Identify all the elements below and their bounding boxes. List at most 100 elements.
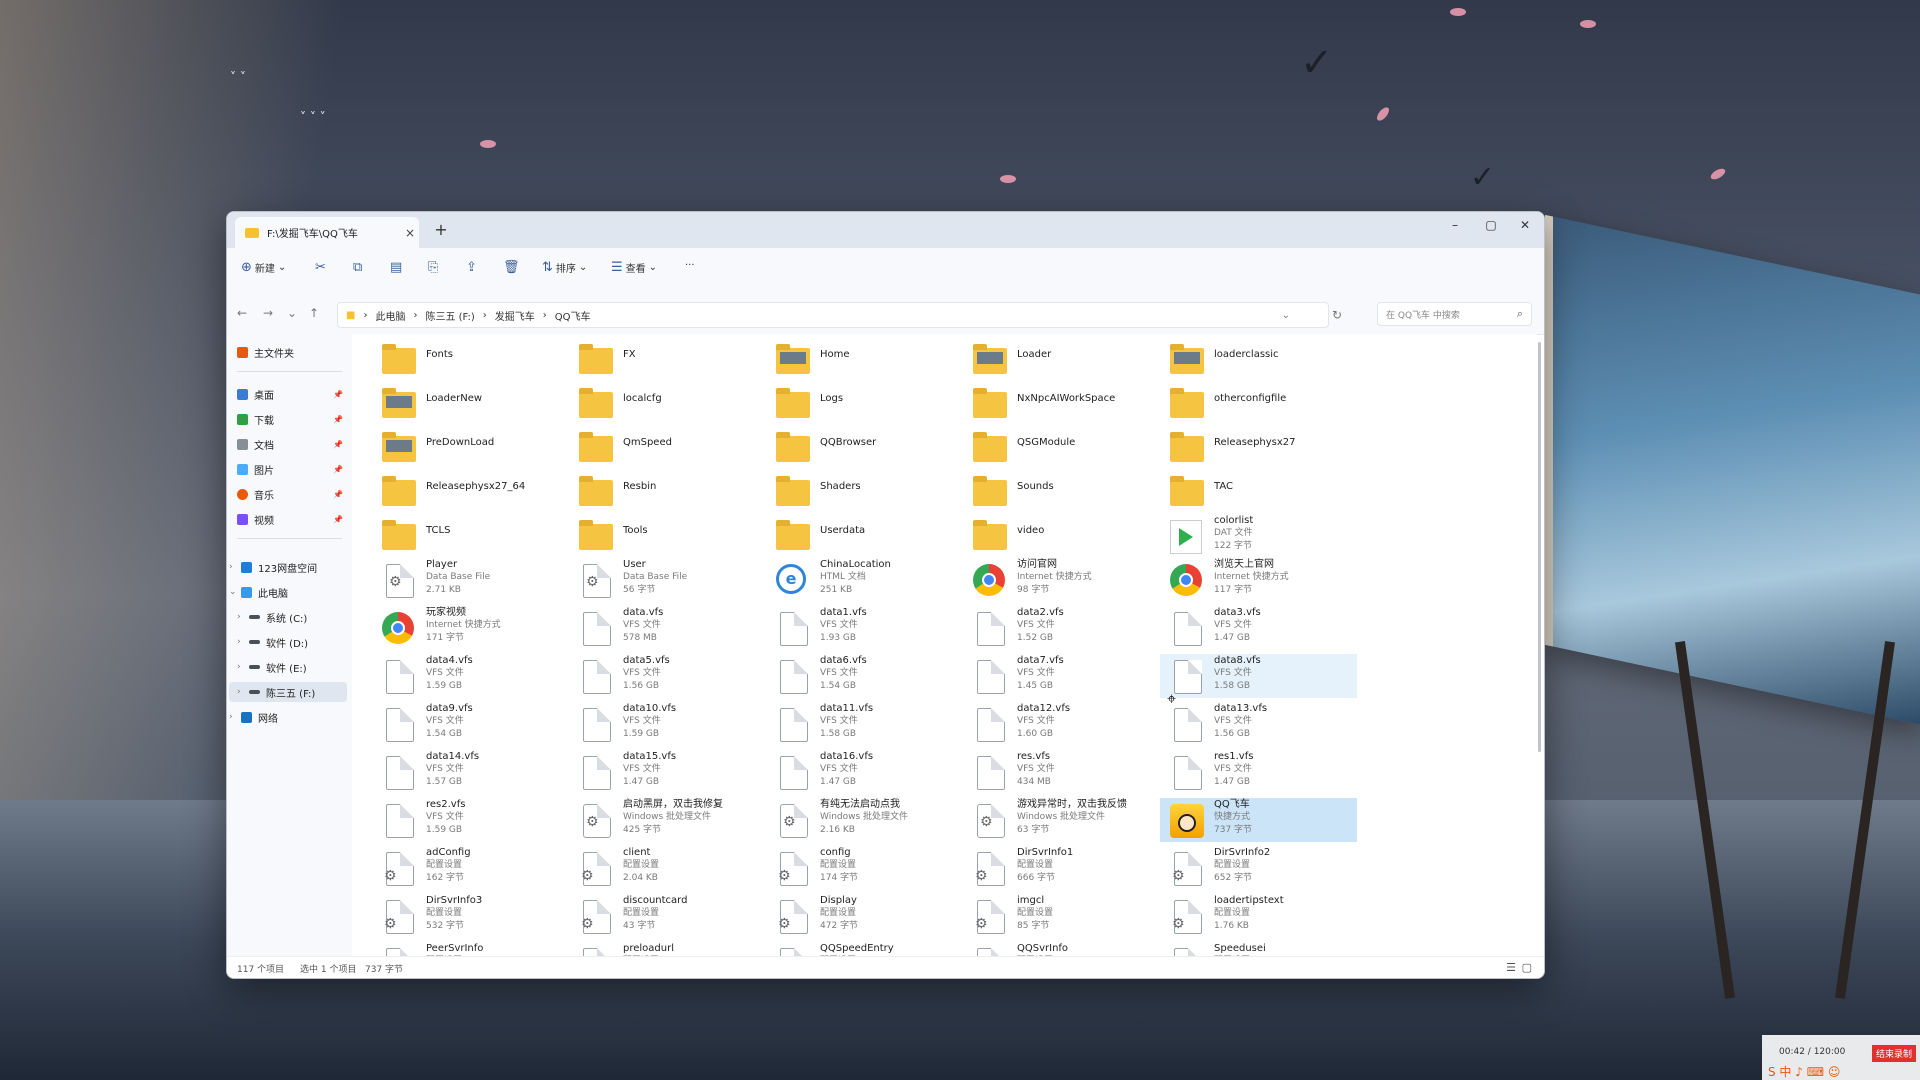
file-item[interactable]: ⚙ discountcard 配置设置 43 字节 [569,894,766,938]
file-item[interactable]: LoaderNew [372,382,569,426]
file-item[interactable]: localcfg [569,382,766,426]
file-item[interactable]: colorlist DAT 文件 122 字节 [1160,514,1357,558]
file-item[interactable]: Home [766,338,963,382]
file-item[interactable]: QmSpeed [569,426,766,470]
file-item[interactable]: ⚙ client 配置设置 2.04 KB [569,846,766,890]
minimize-button[interactable]: – [1440,218,1470,232]
file-item[interactable]: data10.vfs VFS 文件 1.59 GB [569,702,766,746]
file-item[interactable]: 浏览天上官网 Internet 快捷方式 117 字节 [1160,558,1357,602]
forward-arrow-icon[interactable]: → [263,306,273,320]
file-item[interactable]: ⚙ DirSvrInfo3 配置设置 532 字节 [372,894,569,938]
sidebar-item-drive-f[interactable]: › 陈三五 (F:) [229,682,347,702]
file-item[interactable]: Shaders [766,470,963,514]
file-item[interactable]: ⚙ imgcl 配置设置 85 字节 [963,894,1160,938]
breadcrumb-current[interactable]: QQ飞车 [555,308,591,323]
file-item[interactable]: 玩家视频 Internet 快捷方式 171 字节 [372,606,569,650]
file-item[interactable]: data16.vfs VFS 文件 1.47 GB [766,750,963,794]
file-item[interactable]: data9.vfs VFS 文件 1.54 GB [372,702,569,746]
file-item[interactable]: ⚙ Player Data Base File 2.71 KB [372,558,569,602]
file-item[interactable]: ⚙ Speedusei配置设置 [1160,942,1357,956]
rename-button[interactable]: ⎘ [428,260,438,275]
file-item[interactable]: Userdata [766,514,963,558]
file-item[interactable]: Logs [766,382,963,426]
file-item[interactable]: data2.vfs VFS 文件 1.52 GB [963,606,1160,650]
sort-button[interactable]: ⇅ 排序 ⌄ [542,260,587,275]
chevron-down-icon[interactable]: ⌄ [1282,310,1290,321]
more-button[interactable]: ··· [685,260,695,271]
tab-close-button[interactable]: × [401,226,419,240]
sidebar-item-desktop[interactable]: 桌面 📌 [237,384,347,404]
file-item[interactable]: QQBrowser [766,426,963,470]
tiles-view-icon[interactable]: ▢ [1522,961,1532,974]
file-item[interactable]: data1.vfs VFS 文件 1.93 GB [766,606,963,650]
back-arrow-icon[interactable]: ← [237,306,247,320]
file-item[interactable]: NxNpcAIWorkSpace [963,382,1160,426]
file-item[interactable]: data14.vfs VFS 文件 1.57 GB [372,750,569,794]
file-item[interactable]: data15.vfs VFS 文件 1.47 GB [569,750,766,794]
file-item[interactable]: otherconfigfile [1160,382,1357,426]
file-item[interactable]: data13.vfs VFS 文件 1.56 GB [1160,702,1357,746]
sidebar-item-this-pc[interactable]: ⌄ 此电脑 [229,582,339,602]
vertical-scrollbar[interactable] [1538,342,1541,752]
file-item[interactable]: Releasephysx27_64 [372,470,569,514]
file-item[interactable]: 访问官网 Internet 快捷方式 98 字节 [963,558,1160,602]
breadcrumb-this-pc[interactable]: 此电脑 [375,308,405,323]
file-item[interactable]: video [963,514,1160,558]
new-button[interactable]: ⊕ 新建 ⌄ [241,260,286,275]
file-item[interactable]: data7.vfs VFS 文件 1.45 GB [963,654,1160,698]
file-item[interactable]: TAC [1160,470,1357,514]
breadcrumb[interactable]: ■ › 此电脑 › 陈三五 (F:) › 发掘飞车 › QQ飞车 ⌄ ↻ [337,302,1342,328]
file-item[interactable]: PreDownLoad [372,426,569,470]
file-item[interactable]: data4.vfs VFS 文件 1.59 GB [372,654,569,698]
file-item[interactable]: QQ飞车 快捷方式 737 字节 [1160,798,1357,842]
file-item[interactable]: ⚙ adConfig 配置设置 162 字节 [372,846,569,890]
ime-toolbar-icon[interactable]: S 中 ♪ ⌨ ☺ [1768,1063,1840,1080]
file-item[interactable]: ⚙ PeerSvrInfo配置设置 [372,942,569,956]
file-item[interactable]: Sounds [963,470,1160,514]
sidebar-item-drive-e[interactable]: › 软件 (E:) [237,657,347,677]
file-item[interactable]: ⚙ 游戏异常时，双击我反馈 Windows 批处理文件 63 字节 [963,798,1160,842]
file-item[interactable]: Fonts [372,338,569,382]
file-item[interactable]: data.vfs VFS 文件 578 MB [569,606,766,650]
delete-button[interactable]: 🗑 [503,260,520,275]
details-view-icon[interactable]: ☰ [1506,961,1516,974]
paste-button[interactable]: ▤ [390,260,402,275]
up-arrow-icon[interactable]: ↑ [309,306,319,320]
breadcrumb-parent[interactable]: 发掘飞车 [495,308,535,323]
share-button[interactable]: ⇪ [466,260,477,275]
sidebar-item-music[interactable]: 音乐 📌 [237,484,347,504]
file-item[interactable]: data11.vfs VFS 文件 1.58 GB [766,702,963,746]
file-item[interactable]: Loader [963,338,1160,382]
maximize-button[interactable]: ▢ [1476,218,1506,232]
cut-button[interactable]: ✂ [315,260,326,275]
view-button[interactable]: ☰ 查看 ⌄ [611,260,657,275]
file-item[interactable]: data6.vfs VFS 文件 1.54 GB [766,654,963,698]
file-item[interactable]: ⚙ Display 配置设置 472 字节 [766,894,963,938]
recent-chevron-icon[interactable]: ⌄ [287,306,297,320]
file-item[interactable]: Resbin [569,470,766,514]
stop-recording-button[interactable]: 结束录制 [1872,1045,1917,1062]
sidebar-item-drive-c[interactable]: › 系统 (C:) [237,607,347,627]
close-button[interactable]: ✕ [1510,218,1540,232]
sidebar-item-documents[interactable]: 文档 📌 [237,434,347,454]
file-item[interactable]: QSGModule [963,426,1160,470]
file-item[interactable]: ⚙ 有纯无法启动点我 Windows 批处理文件 2.16 KB [766,798,963,842]
new-tab-button[interactable]: + [431,220,451,239]
file-item[interactable]: ⚙ loadertipstext 配置设置 1.76 KB [1160,894,1357,938]
sidebar-item-network[interactable]: › 网络 [229,707,339,727]
file-item[interactable]: FX [569,338,766,382]
file-item[interactable]: data12.vfs VFS 文件 1.60 GB [963,702,1160,746]
sidebar-item-videos[interactable]: 视频 📌 [237,509,347,529]
file-item[interactable]: ⚙ QQSvrInfo配置设置 [963,942,1160,956]
search-input[interactable]: 在 QQ飞车 中搜索 ⌕ [1377,302,1532,326]
sidebar-item-drive-d[interactable]: › 软件 (D:) [237,632,347,652]
file-item[interactable]: res1.vfs VFS 文件 1.47 GB [1160,750,1357,794]
file-item[interactable]: Tools [569,514,766,558]
file-item[interactable]: loaderclassic [1160,338,1357,382]
file-item[interactable]: ⚙ DirSvrInfo1 配置设置 666 字节 [963,846,1160,890]
sidebar-item-pictures[interactable]: 图片 📌 [237,459,347,479]
file-item[interactable]: ⚙ QQSpeedEntry配置设置 [766,942,963,956]
sidebar-item-cloud[interactable]: › 123网盘空间 [229,557,339,577]
sidebar-item-downloads[interactable]: 下载 📌 [237,409,347,429]
file-item[interactable]: e ChinaLocation HTML 文档 251 KB [766,558,963,602]
